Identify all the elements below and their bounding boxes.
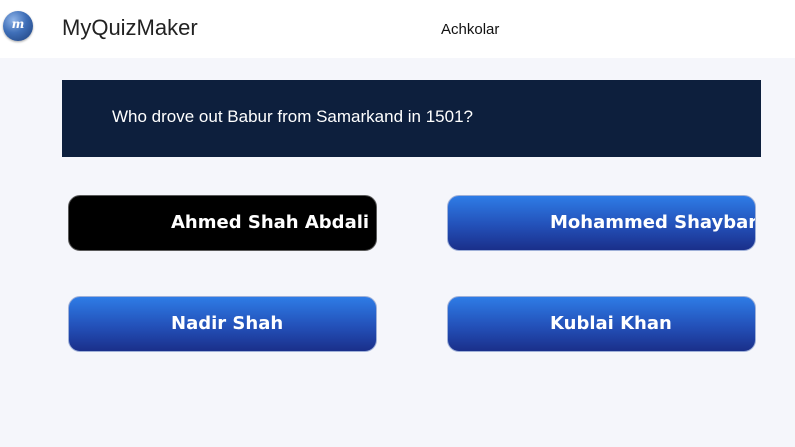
answer-option-2[interactable]: Mohammed Shaybani — [447, 195, 756, 251]
answer-option-4[interactable]: Kublai Khan — [447, 296, 756, 352]
header-bar: m MyQuizMaker Achkolar — [0, 0, 795, 58]
question-text: Who drove out Babur from Samarkand in 15… — [112, 107, 473, 126]
question-panel: Who drove out Babur from Samarkand in 15… — [62, 80, 761, 157]
answer-label: Ahmed Shah Abdali — [171, 212, 370, 233]
quiz-author: Achkolar — [441, 21, 500, 38]
answer-label: Kublai Khan — [550, 313, 672, 334]
answer-option-1[interactable]: Ahmed Shah Abdali — [68, 195, 377, 251]
logo-letter: m — [11, 17, 25, 31]
answer-option-3[interactable]: Nadir Shah — [68, 296, 377, 352]
app-title: MyQuizMaker — [62, 15, 198, 40]
answer-label: Nadir Shah — [171, 313, 284, 334]
myquizmaker-logo-icon[interactable]: m — [3, 11, 33, 41]
answer-label: Mohammed Shaybani — [550, 212, 756, 233]
